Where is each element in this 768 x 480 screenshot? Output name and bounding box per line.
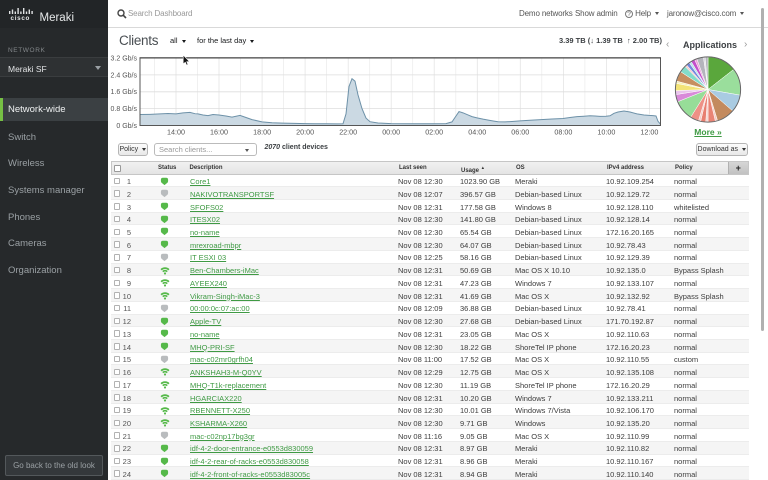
svg-text:22:00: 22:00 [339, 128, 357, 137]
svg-text:12:00: 12:00 [640, 128, 658, 137]
svg-text:2.4 Gb/s: 2.4 Gb/s [111, 72, 138, 79]
svg-text:10:00: 10:00 [597, 128, 615, 137]
svg-text:04:00: 04:00 [468, 128, 486, 137]
svg-text:0 Gb/s: 0 Gb/s [116, 123, 137, 130]
svg-text:18:00: 18:00 [253, 128, 271, 137]
svg-text:1.6 Gb/s: 1.6 Gb/s [111, 89, 138, 96]
svg-text:16:00: 16:00 [210, 128, 228, 137]
svg-text:0.8 Gb/s: 0.8 Gb/s [111, 106, 138, 113]
svg-text:08:00: 08:00 [554, 128, 572, 137]
svg-text:14:00: 14:00 [167, 128, 185, 137]
svg-text:00:00: 00:00 [382, 128, 400, 137]
svg-text:02:00: 02:00 [425, 128, 443, 137]
svg-text:20:00: 20:00 [296, 128, 314, 137]
svg-text:06:00: 06:00 [511, 128, 529, 137]
svg-text:3.2 Gb/s: 3.2 Gb/s [111, 55, 138, 62]
